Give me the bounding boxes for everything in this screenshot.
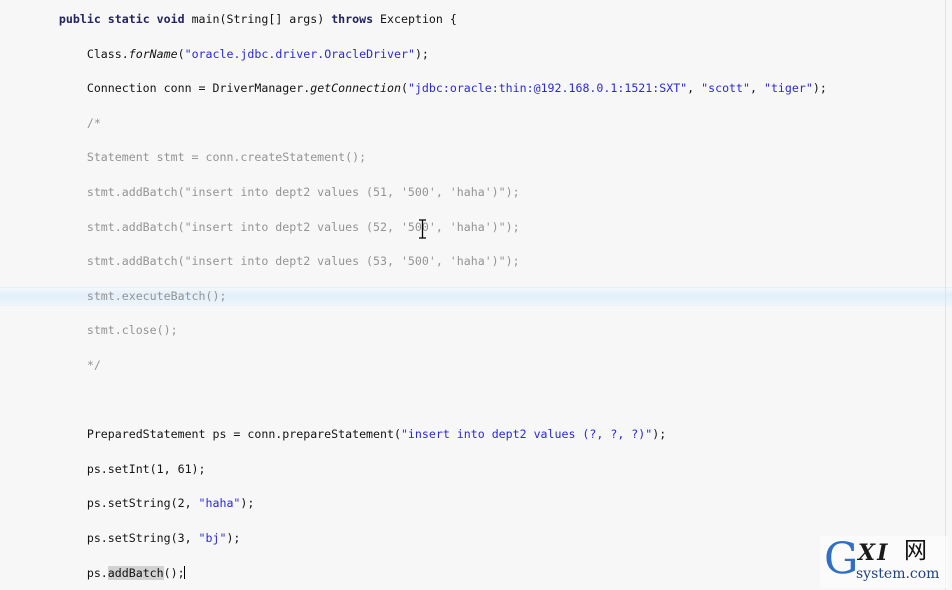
code-text: ); xyxy=(414,46,429,61)
code-text: ps.setString(2, xyxy=(86,496,199,511)
code-line[interactable]: */ xyxy=(0,357,827,374)
code-editor-canvas[interactable]: public static void main(String[] args) t… xyxy=(0,0,952,590)
code-static-method: getConnection xyxy=(310,81,401,96)
code-line[interactable]: ps.setInt(1, 61); xyxy=(0,461,827,478)
code-string: "oracle.jdbc.driver.OracleDriver" xyxy=(184,46,415,61)
code-text: ( xyxy=(177,46,185,61)
code-text: , xyxy=(687,81,702,96)
code-comment: /* xyxy=(86,115,101,130)
code-line[interactable]: stmt.close(); xyxy=(0,322,827,339)
code-keyword: static xyxy=(107,12,150,26)
code-text: Class. xyxy=(86,46,129,61)
code-keyword: void xyxy=(156,12,185,26)
code-line-current[interactable]: ps.addBatch(); xyxy=(0,565,827,582)
code-text: Connection conn = DriverManager. xyxy=(86,81,311,96)
code-text: (); xyxy=(163,565,185,580)
code-comment: stmt.addBatch("insert into dept2 values … xyxy=(86,254,520,269)
code-string: "scott" xyxy=(701,81,750,96)
code-line[interactable]: ps.setString(3, "bj"); xyxy=(0,530,827,547)
code-string: "bj" xyxy=(198,530,227,545)
code-comment: Statement stmt = conn.createStatement(); xyxy=(86,150,367,165)
code-line[interactable]: stmt.addBatch("insert into dept2 values … xyxy=(0,253,827,270)
code-text: , xyxy=(750,81,764,96)
code-text: ); xyxy=(652,427,667,442)
code-text: ); xyxy=(240,496,255,511)
code-string: "tiger" xyxy=(763,81,813,96)
source-code-text[interactable]: public static void main(String[] args) t… xyxy=(0,0,827,590)
code-line[interactable]: public static void main(String[] args) t… xyxy=(0,11,827,28)
code-line[interactable]: stmt.executeBatch(); xyxy=(0,288,827,305)
code-line[interactable]: Class.forName("oracle.jdbc.driver.Oracle… xyxy=(0,46,827,63)
code-keyword: throws xyxy=(331,12,374,26)
text-caret xyxy=(183,565,185,579)
code-comment: stmt.close(); xyxy=(86,323,178,338)
code-text: ); xyxy=(812,81,827,96)
code-text: ); xyxy=(226,530,241,545)
code-comment: stmt.addBatch("insert into dept2 values … xyxy=(86,184,520,199)
code-line[interactable]: stmt.addBatch("insert into dept2 values … xyxy=(0,184,827,201)
watermark: G XI 网 system.com xyxy=(820,536,948,588)
code-string: "jdbc:oracle:thin:@192.168.0.1:1521:SXT" xyxy=(407,81,688,96)
code-text: ps.setString(3, xyxy=(86,530,199,545)
code-line[interactable]: /* xyxy=(0,115,827,132)
code-text: PreparedStatement ps = conn.prepareState… xyxy=(86,427,401,442)
watermark-cjk-character: 网 xyxy=(904,538,927,564)
code-line[interactable]: stmt.addBatch("insert into dept2 values … xyxy=(0,219,827,236)
watermark-site-label: system.com xyxy=(856,566,940,582)
code-text: Exception { xyxy=(373,12,457,26)
code-line[interactable]: Connection conn = DriverManager.getConne… xyxy=(0,80,827,97)
code-text: ps. xyxy=(86,565,108,580)
code-string: "insert into dept2 values (?, ?, ?)" xyxy=(400,427,653,442)
code-line[interactable]: Statement stmt = conn.createStatement(); xyxy=(0,149,827,166)
code-line[interactable]: ps.setString(2, "haha"); xyxy=(0,495,827,512)
watermark-letters-xi: XI xyxy=(858,540,890,566)
code-occurrence-highlight: addBatch xyxy=(107,565,164,580)
code-comment: */ xyxy=(86,357,101,372)
code-string: "haha" xyxy=(198,496,241,511)
right-margin-guide xyxy=(945,0,946,590)
code-text: ps.setInt(1, 61); xyxy=(86,461,206,476)
code-comment: stmt.executeBatch(); xyxy=(86,288,227,303)
code-line[interactable]: PreparedStatement ps = conn.prepareState… xyxy=(0,426,827,443)
code-keyword: public xyxy=(58,12,101,26)
watermark-letter-g: G xyxy=(824,534,859,584)
code-line[interactable] xyxy=(0,392,827,409)
code-comment: stmt.addBatch("insert into dept2 values … xyxy=(86,219,520,234)
code-text: main(String[] args) xyxy=(184,12,332,26)
code-text: ( xyxy=(400,81,408,96)
code-static-method: forName xyxy=(128,46,178,61)
